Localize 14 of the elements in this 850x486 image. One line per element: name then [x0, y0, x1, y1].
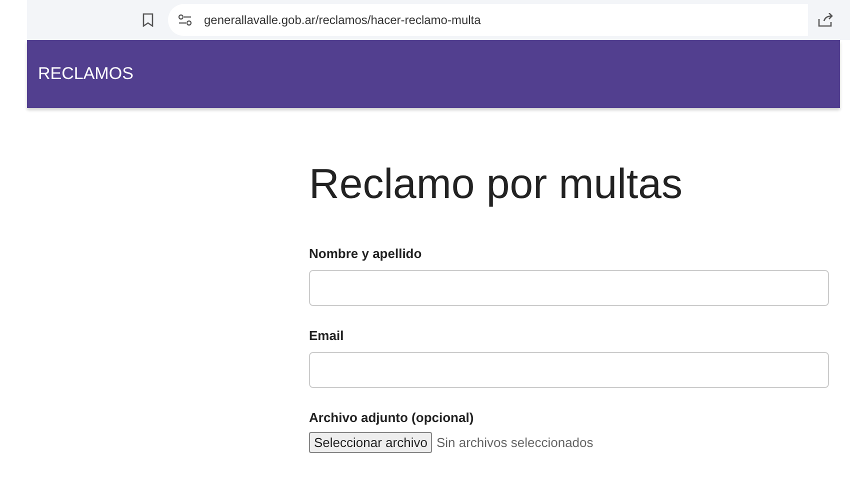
bookmark-icon[interactable]: [142, 13, 154, 27]
site-settings-icon[interactable]: [178, 14, 192, 26]
share-icon[interactable]: [818, 13, 834, 27]
field-label: Nombre y apellido: [309, 246, 422, 261]
field-label: Email: [309, 328, 344, 343]
url-text: generallavalle.gob.ar/reclamos/hacer-reclamo-multa: [204, 13, 481, 27]
field-label: Archivo adjunto (opcional): [309, 410, 474, 425]
site-title[interactable]: RECLAMOS: [38, 64, 134, 84]
address-bar[interactable]: generallavalle.gob.ar/reclamos/hacer-reclamo-multa: [168, 4, 808, 36]
file-status-text: Sin archivos seleccionados: [436, 435, 594, 450]
page-heading: Reclamo por multas: [309, 160, 684, 208]
input-field[interactable]: [309, 270, 829, 306]
file-select-button[interactable]: Seleccionar archivo: [309, 432, 432, 453]
input-field[interactable]: [309, 352, 829, 388]
